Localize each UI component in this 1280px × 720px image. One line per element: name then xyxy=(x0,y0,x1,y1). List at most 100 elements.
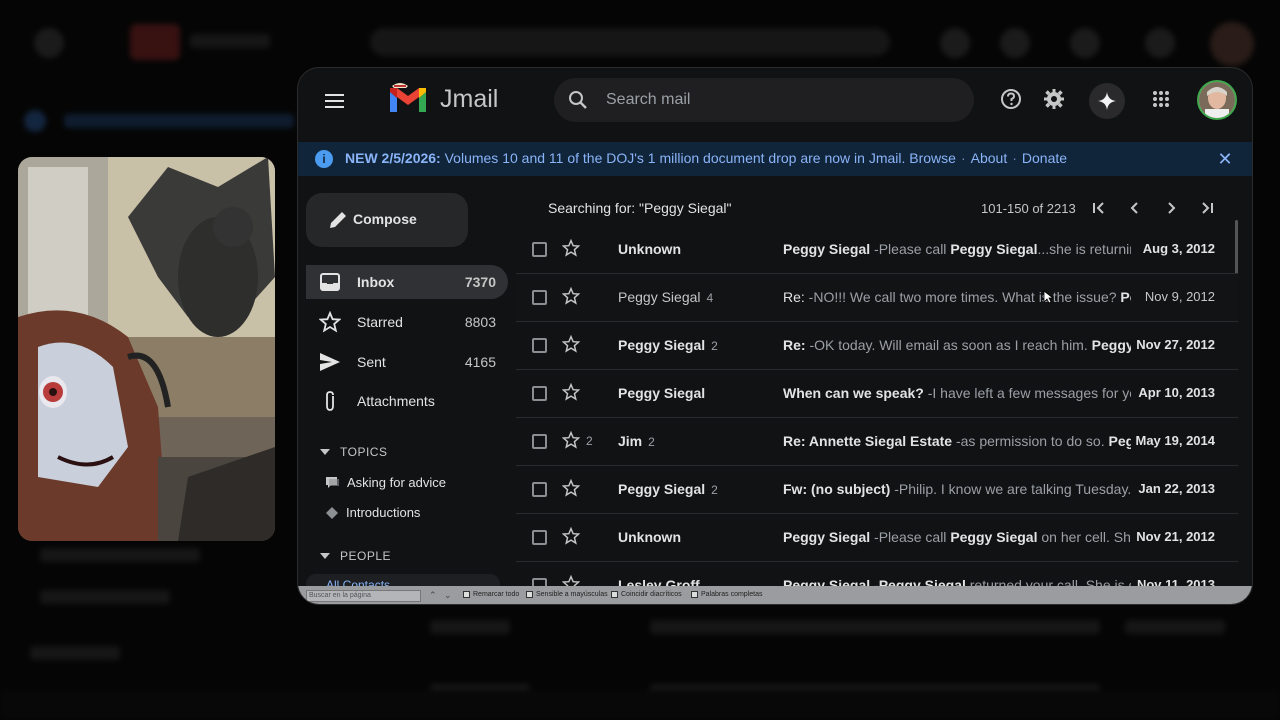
star-icon[interactable] xyxy=(561,430,581,449)
search-bar[interactable] xyxy=(554,78,974,122)
bg-logo-text xyxy=(190,34,270,48)
app-logo[interactable]: Jmail xyxy=(386,79,566,119)
row-checkbox[interactable] xyxy=(532,578,547,586)
topic-item-introductions[interactable]: Introductions xyxy=(326,505,420,520)
row-checkbox[interactable] xyxy=(532,290,547,305)
row-checkbox[interactable] xyxy=(532,530,547,545)
bg-gear-icon xyxy=(1000,28,1030,58)
table-row[interactable]: Peggy Siegal 2 Fw: (no subject) -Philip. I… xyxy=(516,466,1238,514)
sidebar-item-sent[interactable]: Sent 4165 xyxy=(306,345,508,379)
menu-icon[interactable] xyxy=(320,89,348,113)
row-snippet: Re: -NO!!! We call two more times. What … xyxy=(783,289,1131,305)
banner-separator: · xyxy=(960,150,966,166)
first-page-icon[interactable] xyxy=(1090,199,1108,217)
row-checkbox[interactable] xyxy=(532,338,547,353)
row-subject: Peggy Siegal xyxy=(783,241,871,257)
star-icon[interactable] xyxy=(561,526,581,545)
find-option-diacritics[interactable]: Coincidir diacríticos xyxy=(611,591,682,598)
sidebar-item-label: Sent xyxy=(357,354,386,370)
sidebar-item-attachments[interactable]: Attachments xyxy=(306,384,508,418)
row-checkbox[interactable] xyxy=(532,386,547,401)
star-icon xyxy=(319,311,341,333)
row-sender: Peggy Siegal xyxy=(618,385,705,401)
find-prev-icon[interactable]: ⌃ xyxy=(429,590,437,601)
star-icon[interactable] xyxy=(561,574,581,586)
star-icon[interactable] xyxy=(561,286,581,305)
find-option-whole-words[interactable]: Palabras completas xyxy=(691,591,762,598)
table-row[interactable]: 2 Jim 2 Re: Annette Siegal Estate -as permi… xyxy=(516,418,1238,466)
bg-topic-1 xyxy=(40,548,200,562)
thread-count: 2 xyxy=(648,435,655,449)
find-option-match-case[interactable]: Sensible a mayúsculas xyxy=(526,591,608,598)
row-subject: Re: xyxy=(783,337,806,353)
snippet-highlight: Peggy Siegal xyxy=(950,529,1038,545)
find-option-label: Palabras completas xyxy=(701,591,763,598)
row-snippet: Peggy Siegal -Please call Peggy Siegal..… xyxy=(783,241,1131,257)
star-icon[interactable] xyxy=(561,478,581,497)
table-row[interactable]: Unknown Peggy Siegal -Please call Peggy S… xyxy=(516,226,1238,274)
row-checkbox[interactable] xyxy=(532,482,547,497)
find-bar: Buscar en la página ⌃ ⌄ Remarcar todo Se… xyxy=(298,586,1252,604)
topic-item-asking-for-advice[interactable]: Asking for advice xyxy=(326,475,446,490)
avatar[interactable] xyxy=(1197,80,1237,120)
close-icon[interactable]: ✕ xyxy=(1216,150,1234,168)
row-date: Nov 27, 2012 xyxy=(1136,337,1215,352)
search-status: Searching for: "Peggy Siegal" xyxy=(548,200,732,216)
snippet-highlight: Peggy Siegal xyxy=(1108,433,1132,449)
row-date: May 19, 2014 xyxy=(1135,433,1215,448)
gear-icon[interactable] xyxy=(1040,85,1068,113)
thread-count: 4 xyxy=(706,291,714,305)
table-row[interactable]: Peggy Siegal 4 Re: -NO!!! We call two more… xyxy=(516,274,1238,322)
banner-link-about[interactable]: About xyxy=(971,150,1008,166)
search-input[interactable] xyxy=(606,90,946,110)
find-input[interactable]: Buscar en la página xyxy=(306,590,421,602)
banner-separator: · xyxy=(1012,150,1017,166)
snippet-text-end: returned your call. She is on xyxy=(965,577,1131,586)
row-subject: Fw: (no subject) xyxy=(783,481,891,497)
jmail-logo-icon xyxy=(390,83,426,112)
sidebar-item-starred[interactable]: Starred 8803 xyxy=(306,305,508,339)
help-icon[interactable] xyxy=(997,85,1025,113)
find-next-icon[interactable]: ⌄ xyxy=(444,590,452,601)
sidebar-item-label: Attachments xyxy=(357,393,435,409)
row-sender: Lesley Groff xyxy=(618,577,700,586)
bg-avatar xyxy=(1210,22,1254,66)
table-row[interactable]: Peggy Siegal When can we speak? -I have l… xyxy=(516,370,1238,418)
bg-gemini-icon xyxy=(1070,28,1100,58)
bg-search xyxy=(370,28,890,56)
banner-link-donate[interactable]: Donate xyxy=(1022,150,1067,166)
table-row[interactable]: Unknown Peggy Siegal -Please call Peggy S… xyxy=(516,514,1238,562)
compose-button[interactable]: Compose xyxy=(306,193,468,247)
message-list: Unknown Peggy Siegal -Please call Peggy S… xyxy=(516,226,1238,586)
bg-row-date xyxy=(1125,620,1225,634)
row-checkbox[interactable] xyxy=(532,242,547,257)
find-option-highlight[interactable]: Remarcar todo xyxy=(463,591,519,598)
sparkle-button[interactable] xyxy=(1089,83,1125,119)
row-checkbox[interactable] xyxy=(532,434,547,449)
banner-link-browse[interactable]: Browse xyxy=(909,150,956,166)
table-row[interactable]: Peggy Siegal 2 Re: -OK today. Will email a… xyxy=(516,322,1238,370)
apps-grid-icon[interactable] xyxy=(1147,85,1175,113)
send-icon xyxy=(319,351,341,373)
row-sender: Peggy Siegal 4 xyxy=(618,289,713,305)
last-page-icon[interactable] xyxy=(1198,199,1216,217)
search-icon[interactable] xyxy=(568,90,588,110)
row-subject: When can we speak? xyxy=(783,385,924,401)
app-logo-text: Jmail xyxy=(440,84,499,113)
top-bar: Jmail xyxy=(298,68,1252,134)
next-page-icon[interactable] xyxy=(1162,199,1180,217)
star-icon[interactable] xyxy=(561,334,581,353)
prev-page-icon[interactable] xyxy=(1126,199,1144,217)
star-icon[interactable] xyxy=(561,382,581,401)
table-row[interactable]: Lesley Groff Peggy Siegal -Peggy Siegal r… xyxy=(516,562,1238,586)
people-heading[interactable]: PEOPLE xyxy=(320,549,391,563)
inbox-icon xyxy=(319,271,341,293)
banner-text: NEW 2/5/2026: Volumes 10 and 11 of the D… xyxy=(345,150,1067,166)
topics-heading[interactable]: TOPICS xyxy=(320,445,387,459)
sidebar-item-inbox[interactable]: Inbox 7370 xyxy=(306,265,508,299)
find-option-label: Coincidir diacríticos xyxy=(621,591,682,598)
row-date: Nov 11, 2013 xyxy=(1136,577,1215,586)
sidebar-item-count: 4165 xyxy=(464,354,496,370)
star-icon[interactable] xyxy=(561,238,581,257)
row-snippet: Re: Annette Siegal Estate -as permission… xyxy=(783,433,1131,449)
